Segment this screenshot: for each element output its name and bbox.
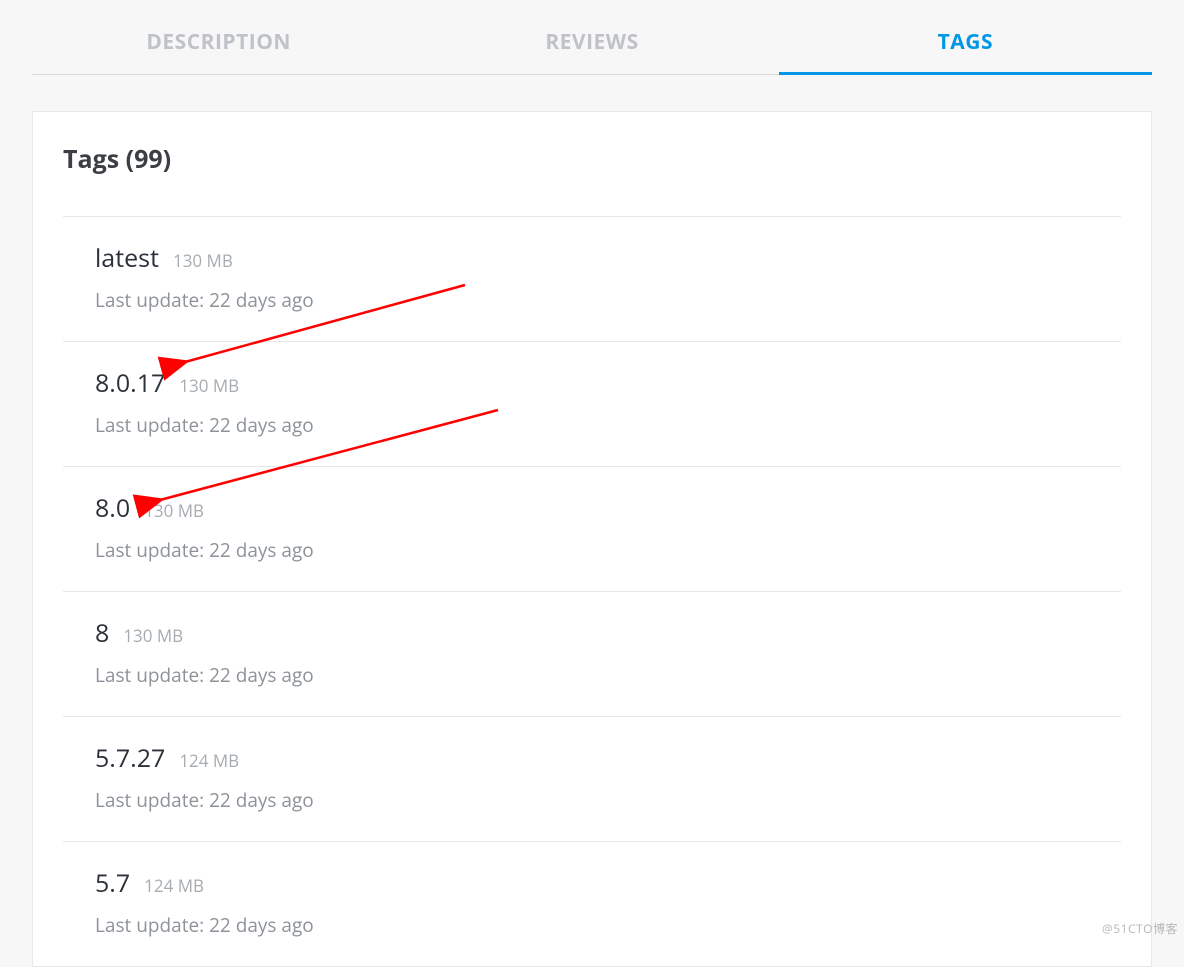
tag-row[interactable]: latest 130 MB Last update: 22 days ago [63,217,1121,341]
tag-size: 130 MB [179,374,239,397]
tag-row[interactable]: 8.0.17 130 MB Last update: 22 days ago [63,342,1121,466]
tab-bar: DESCRIPTION REVIEWS TAGS [32,0,1152,75]
tag-size: 130 MB [123,624,183,647]
tag-size: 130 MB [144,499,204,522]
tag-name: 5.7.27 [95,741,165,775]
tag-update: Last update: 22 days ago [95,787,1121,813]
tag-list: latest 130 MB Last update: 22 days ago 8… [33,216,1151,966]
tag-row[interactable]: 5.7.27 124 MB Last update: 22 days ago [63,717,1121,841]
tag-name: latest [95,241,159,275]
tag-update: Last update: 22 days ago [95,412,1121,438]
tag-update: Last update: 22 days ago [95,537,1121,563]
tag-update: Last update: 22 days ago [95,287,1121,313]
tag-size: 124 MB [144,874,204,897]
tab-reviews[interactable]: REVIEWS [405,10,778,74]
tags-title: Tags (99) [33,142,1151,216]
tag-row[interactable]: 8 130 MB Last update: 22 days ago [63,592,1121,716]
tab-tags[interactable]: TAGS [779,10,1152,74]
tags-card: Tags (99) latest 130 MB Last update: 22 … [32,111,1152,967]
tag-row[interactable]: 5.7 124 MB Last update: 22 days ago [63,842,1121,966]
tag-size: 124 MB [179,749,239,772]
tag-update: Last update: 22 days ago [95,912,1121,938]
watermark: @51CTO博客 [1102,920,1178,937]
tag-name: 8 [95,616,109,650]
tag-name: 8.0 [95,491,130,525]
tag-name: 5.7 [95,866,130,900]
tag-size: 130 MB [173,249,233,272]
tab-description[interactable]: DESCRIPTION [32,10,405,74]
tag-update: Last update: 22 days ago [95,662,1121,688]
tag-row[interactable]: 8.0 130 MB Last update: 22 days ago [63,467,1121,591]
tag-name: 8.0.17 [95,366,165,400]
